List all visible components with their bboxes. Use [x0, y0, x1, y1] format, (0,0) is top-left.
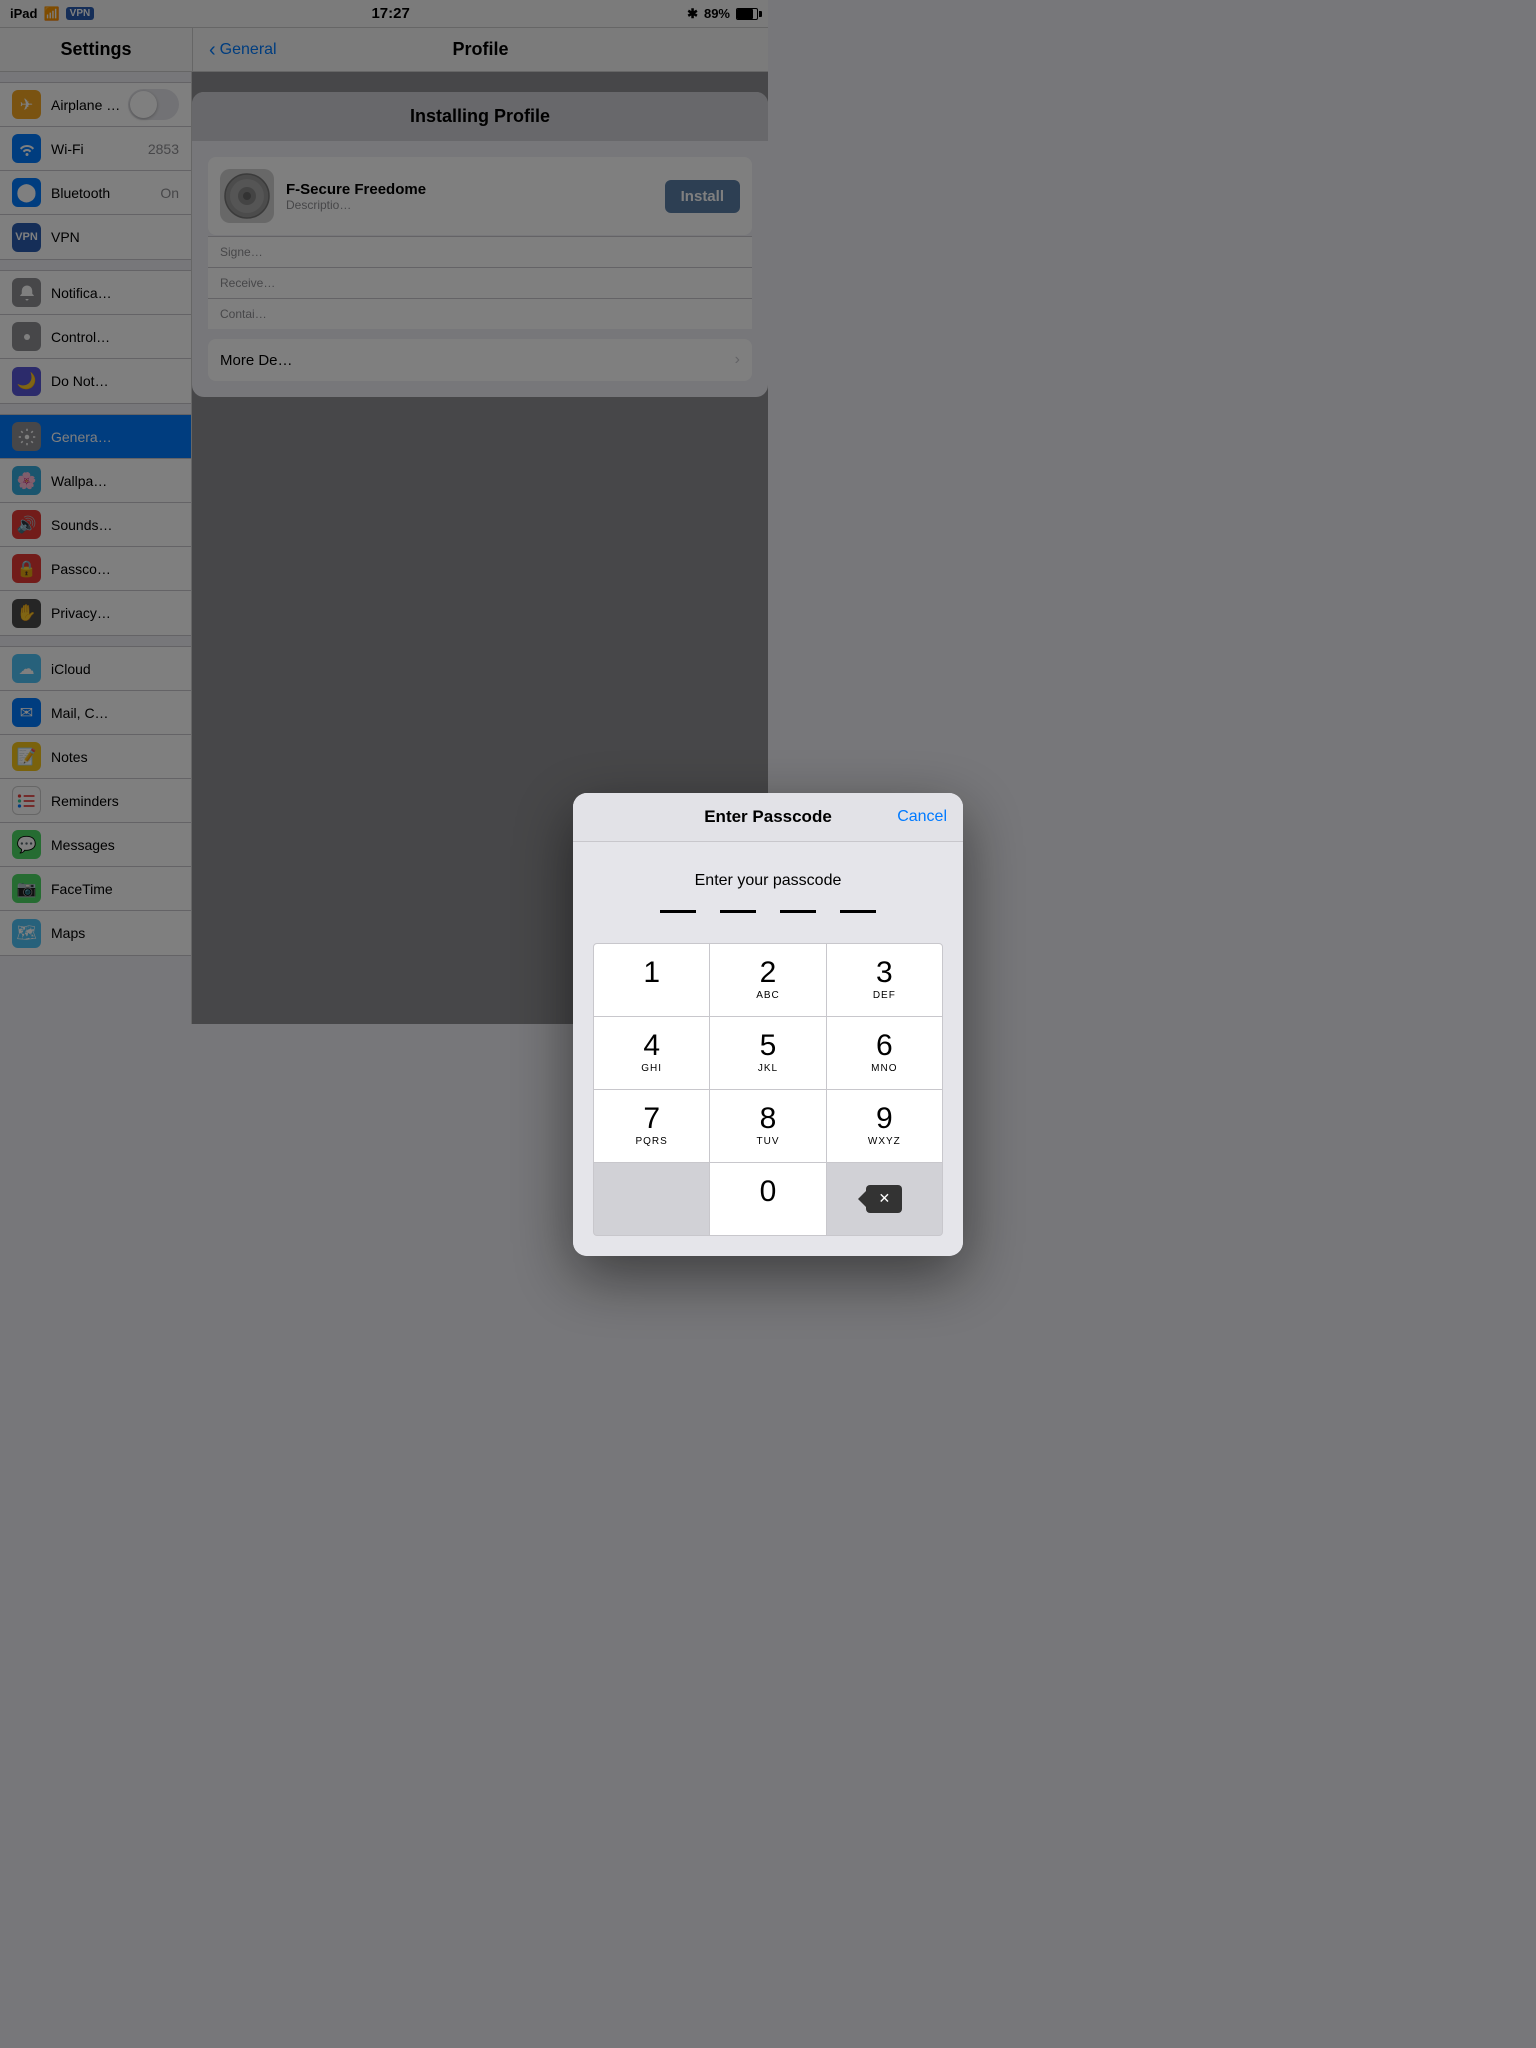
key-0-letters	[766, 1209, 770, 1220]
key-9-letters: WXYZ	[868, 1136, 901, 1147]
passcode-dot-1	[660, 910, 696, 913]
key-5[interactable]: 5 JKL	[710, 1017, 825, 1089]
key-8-num: 8	[760, 1104, 777, 1134]
passcode-cancel-button[interactable]: Cancel	[897, 808, 947, 826]
key-6-num: 6	[876, 1031, 893, 1061]
passcode-body: Enter your passcode 1 2 ABC	[573, 842, 963, 1256]
key-7-num: 7	[643, 1104, 660, 1134]
key-empty	[594, 1163, 709, 1235]
key-4-num: 4	[643, 1031, 660, 1061]
key-3-num: 3	[876, 958, 893, 988]
key-2-num: 2	[760, 958, 777, 988]
key-2[interactable]: 2 ABC	[710, 944, 825, 1016]
key-6[interactable]: 6 MNO	[827, 1017, 942, 1089]
key-5-letters: JKL	[758, 1063, 778, 1074]
key-9[interactable]: 9 WXYZ	[827, 1090, 942, 1162]
key-4[interactable]: 4 GHI	[594, 1017, 709, 1089]
key-3-letters: DEF	[873, 990, 896, 1001]
passcode-dialog: Enter Passcode Cancel Enter your passcod…	[573, 793, 963, 1256]
key-8[interactable]: 8 TUV	[710, 1090, 825, 1162]
key-7[interactable]: 7 PQRS	[594, 1090, 709, 1162]
key-delete[interactable]: ✕	[827, 1163, 942, 1235]
key-6-letters: MNO	[871, 1063, 897, 1074]
key-0[interactable]: 0	[710, 1163, 825, 1235]
key-3[interactable]: 3 DEF	[827, 944, 942, 1016]
key-9-num: 9	[876, 1104, 893, 1134]
passcode-header: Enter Passcode Cancel	[573, 793, 963, 842]
key-1-num: 1	[643, 958, 660, 988]
delete-icon: ✕	[866, 1185, 902, 1213]
passcode-dot-2	[720, 910, 756, 913]
key-8-letters: TUV	[756, 1136, 779, 1147]
keypad: 1 2 ABC 3 DEF 4 GHI 5 JKL	[593, 943, 943, 1236]
passcode-dot-3	[780, 910, 816, 913]
key-0-num: 0	[760, 1177, 777, 1207]
key-4-letters: GHI	[641, 1063, 662, 1074]
passcode-overlay: Enter Passcode Cancel Enter your passcod…	[0, 0, 1536, 2048]
passcode-title: Enter Passcode	[704, 807, 832, 827]
passcode-dot-4	[840, 910, 876, 913]
key-5-num: 5	[760, 1031, 777, 1061]
passcode-prompt: Enter your passcode	[593, 872, 943, 890]
key-2-letters: ABC	[756, 990, 780, 1001]
passcode-dots	[593, 910, 943, 913]
key-1[interactable]: 1	[594, 944, 709, 1016]
key-1-letters	[650, 990, 654, 1001]
key-7-letters: PQRS	[635, 1136, 667, 1147]
